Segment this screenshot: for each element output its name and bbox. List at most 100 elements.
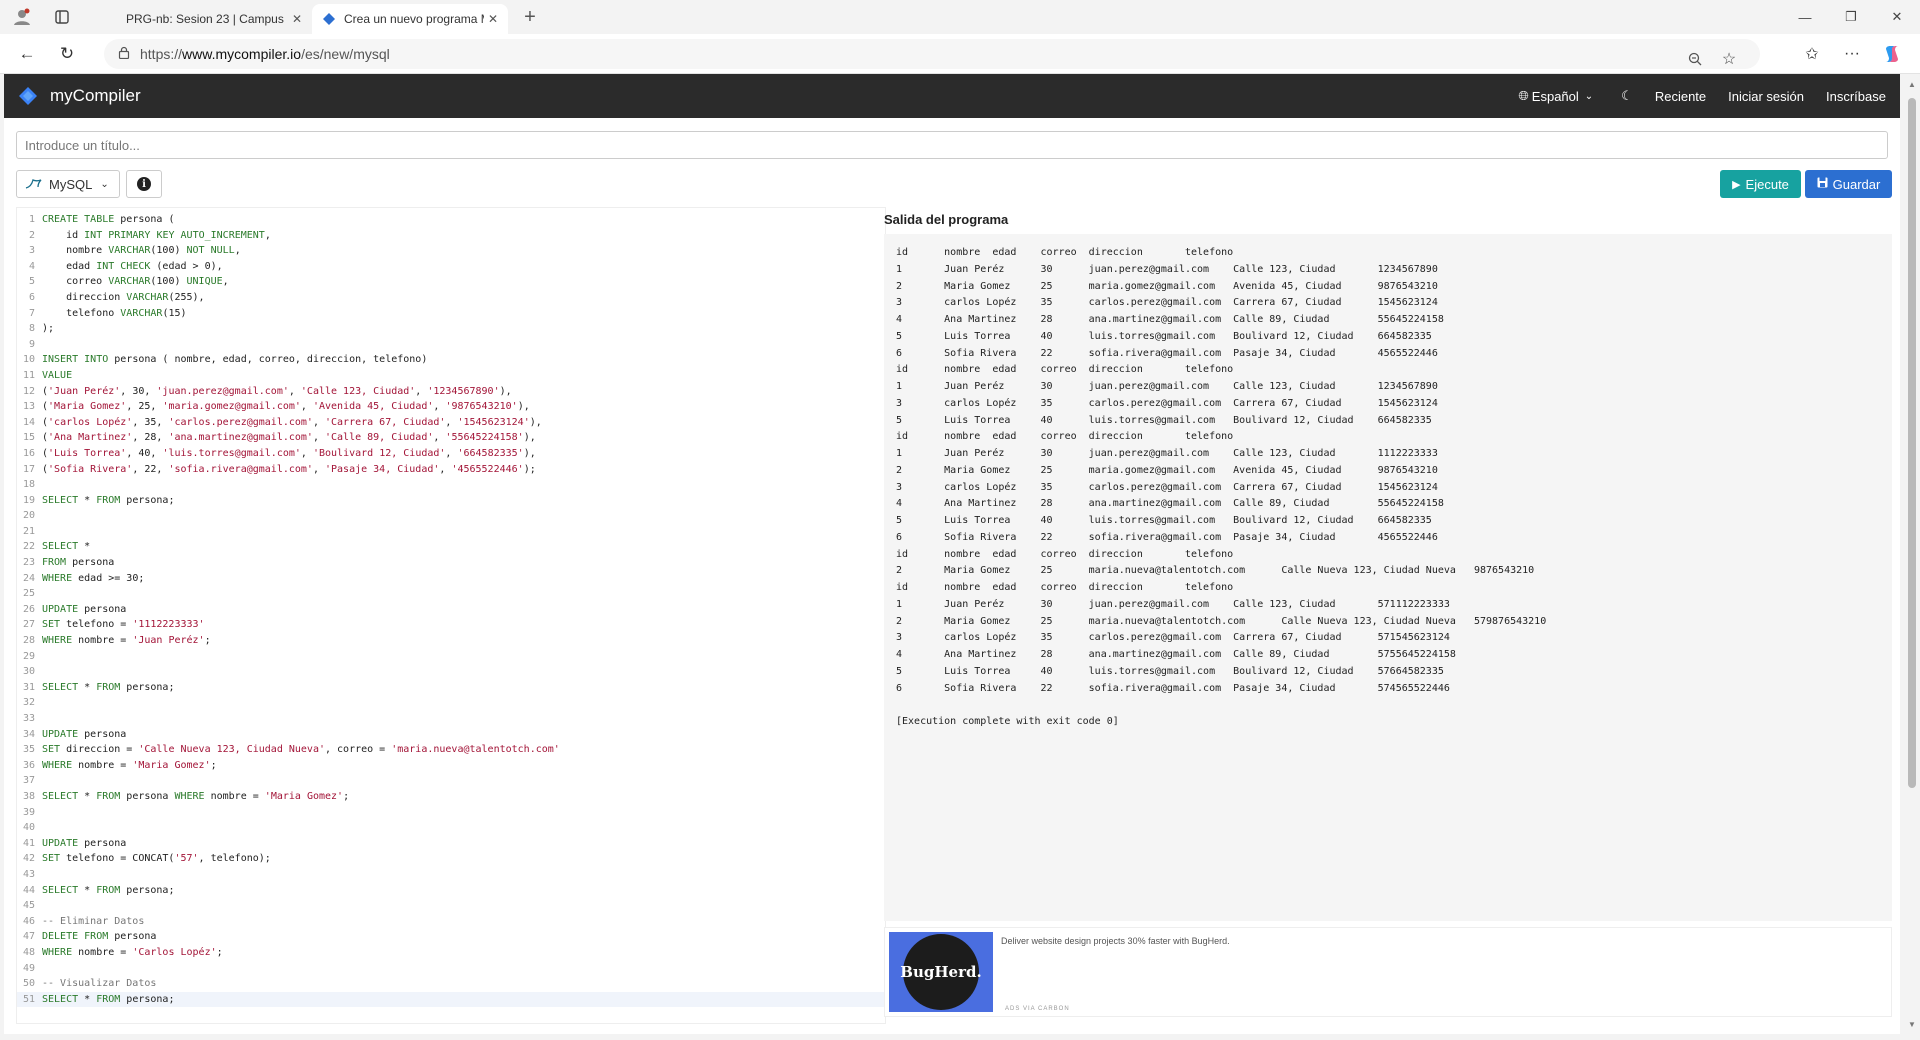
tab-mycompiler[interactable]: Crea un nuevo programa MySQL ✕ — [312, 4, 508, 34]
code-line[interactable]: 23 FROM persona — [17, 555, 885, 571]
code-line[interactable]: 51 SELECT * FROM persona; — [17, 991, 885, 1008]
code-line[interactable]: 46 -- Eliminar Datos — [17, 914, 885, 930]
code-text: FROM persona — [42, 557, 115, 569]
code-line[interactable]: 9 — [17, 337, 885, 353]
more-options-icon[interactable]: ··· — [1832, 39, 1872, 69]
page-scrollbar[interactable]: ▲ ▼ — [1904, 74, 1920, 1034]
code-line[interactable]: 19 SELECT * FROM persona; — [17, 493, 885, 509]
close-window-icon[interactable]: ✕ — [1874, 0, 1920, 34]
code-line[interactable]: 21 — [17, 524, 885, 540]
code-line[interactable]: 17 ('Sofia Rivera', 22, 'sofia.rivera@gma… — [17, 462, 885, 478]
code-text: -- Eliminar Datos — [42, 915, 145, 927]
code-line[interactable]: 8); — [17, 321, 885, 337]
code-line[interactable]: 6 direccion VARCHAR(255), — [17, 290, 885, 306]
favorite-star-icon[interactable]: ☆ — [1712, 44, 1746, 74]
output-line: 5 Luis Torrea 40 luis.torres@gmail.com B… — [896, 330, 1432, 342]
code-line[interactable]: 43 — [17, 867, 885, 883]
code-line[interactable]: 5 correo VARCHAR(100) UNIQUE, — [17, 274, 885, 290]
minimize-icon[interactable]: — — [1782, 0, 1828, 34]
reload-icon[interactable]: ↻ — [50, 37, 84, 71]
editor-language-select[interactable]: MySQL ⌄ — [16, 170, 120, 198]
code-line[interactable]: 31 SELECT * FROM persona; — [17, 680, 885, 696]
scroll-up-icon[interactable]: ▲ — [1907, 80, 1917, 90]
code-line[interactable]: 22 SELECT * — [17, 539, 885, 555]
scroll-thumb[interactable] — [1908, 98, 1916, 788]
ad-via-label[interactable]: ADS VIA CARBON — [1005, 1006, 1070, 1012]
site-logo[interactable]: myCompiler — [18, 86, 141, 106]
code-line[interactable]: 36 WHERE nombre = 'Maria Gomez'; — [17, 758, 885, 774]
code-line[interactable]: 30 — [17, 664, 885, 680]
code-line[interactable]: 35 SET direccion = 'Calle Nueva 123, Ciud… — [17, 742, 885, 758]
line-number: 27 — [22, 619, 35, 631]
url-field[interactable]: https://www.mycompiler.io/es/new/mysql ☆ — [104, 38, 1760, 69]
code-line[interactable]: 14 ('carlos Lopéz', 35, 'carlos.perez@gma… — [17, 415, 885, 431]
code-line[interactable]: 40 — [17, 820, 885, 836]
code-line[interactable]: 32 — [17, 695, 885, 711]
code-line[interactable]: 2 id INT PRIMARY KEY AUTO_INCREMENT, — [17, 228, 885, 244]
code-line[interactable]: 25 — [17, 586, 885, 602]
language-selector[interactable]: 🌐︎ Español ⌄ — [1518, 88, 1593, 104]
code-line[interactable]: 12 ('Juan Peréz', 30, 'juan.perez@gmail.c… — [17, 384, 885, 400]
nav-signup[interactable]: Inscríbase — [1826, 89, 1886, 104]
code-line[interactable]: 7 telefono VARCHAR(15) — [17, 306, 885, 322]
favorites-icon[interactable]: ✩ — [1792, 39, 1832, 69]
code-line[interactable]: 41 UPDATE persona — [17, 836, 885, 852]
code-line[interactable]: 33 — [17, 711, 885, 727]
code-line[interactable]: 27 SET telefono = '1112223333' — [17, 617, 885, 633]
close-icon[interactable]: ✕ — [292, 12, 302, 26]
code-editor[interactable]: 1 CREATE TABLE persona (2 id INT PRIMARY … — [16, 207, 886, 1024]
save-button[interactable]: Guardar — [1805, 170, 1892, 198]
output-line: 2 Maria Gomez 25 maria.gomez@gmail.com A… — [896, 464, 1438, 476]
code-line[interactable]: 24 WHERE edad >= 30; — [17, 571, 885, 587]
run-button[interactable]: ▶ Ejecute — [1720, 170, 1801, 198]
code-text: ('Sofia Rivera', 22, 'sofia.rivera@gmail… — [42, 463, 536, 475]
code-line[interactable]: 13 ('Maria Gomez', 25, 'maria.gomez@gmail… — [17, 399, 885, 415]
code-line[interactable]: 47 DELETE FROM persona — [17, 929, 885, 945]
ad-banner[interactable]: BugHerd. Deliver website design projects… — [884, 927, 1892, 1017]
copilot-icon[interactable] — [1872, 39, 1912, 69]
code-line[interactable]: 42 SET telefono = CONCAT('57', telefono); — [17, 851, 885, 867]
tab-actions-icon[interactable] — [48, 3, 76, 31]
code-line[interactable]: 44 SELECT * FROM persona; — [17, 883, 885, 899]
code-line[interactable]: 20 — [17, 508, 885, 524]
dark-mode-icon[interactable]: ☾ — [1621, 88, 1633, 104]
scroll-down-icon[interactable]: ▼ — [1907, 1020, 1917, 1030]
nav-recent[interactable]: Reciente — [1655, 89, 1706, 104]
code-line[interactable]: 37 — [17, 773, 885, 789]
close-icon[interactable]: ✕ — [488, 12, 498, 26]
line-number: 47 — [22, 931, 35, 943]
back-icon[interactable]: ← — [10, 37, 44, 71]
code-line[interactable]: 39 — [17, 805, 885, 821]
code-line[interactable]: 48 WHERE nombre = 'Carlos Lopéz'; — [17, 945, 885, 961]
ad-image[interactable]: BugHerd. — [889, 932, 993, 1012]
save-label: Guardar — [1832, 176, 1881, 192]
code-line[interactable]: 34 UPDATE persona — [17, 727, 885, 743]
code-line[interactable]: 3 nombre VARCHAR(100) NOT NULL, — [17, 243, 885, 259]
language-select-label: MySQL — [49, 176, 93, 192]
program-title-input[interactable]: Introduce un título... — [16, 131, 1888, 159]
info-button[interactable]: i — [126, 170, 162, 198]
profile-icon[interactable] — [8, 3, 36, 31]
code-line[interactable]: 1 CREATE TABLE persona ( — [17, 212, 885, 228]
code-line[interactable]: 4 edad INT CHECK (edad > 0), — [17, 259, 885, 275]
code-line[interactable]: 15 ('Ana Martinez', 28, 'ana.martinez@gma… — [17, 430, 885, 446]
nav-login[interactable]: Iniciar sesión — [1728, 89, 1804, 104]
ad-text[interactable]: Deliver website design projects 30% fast… — [1001, 936, 1230, 946]
code-line[interactable]: 50 -- Visualizar Datos — [17, 976, 885, 992]
code-line[interactable]: 45 — [17, 898, 885, 914]
code-line[interactable]: 28 WHERE nombre = 'Juan Peréz'; — [17, 633, 885, 649]
new-tab-icon[interactable]: + — [516, 3, 544, 31]
code-line[interactable]: 38 SELECT * FROM persona WHERE nombre = '… — [17, 789, 885, 805]
tab-campus[interactable]: PRG-nb: Sesion 23 | Campus ✕ — [116, 4, 312, 34]
code-line[interactable]: 49 — [17, 961, 885, 977]
code-line[interactable]: 16 ('Luis Torrea', 40, 'luis.torres@gmail… — [17, 446, 885, 462]
restore-icon[interactable]: ❐ — [1828, 0, 1874, 34]
code-line[interactable]: 26 UPDATE persona — [17, 602, 885, 618]
line-number: 18 — [22, 479, 35, 491]
code-line[interactable]: 11 VALUE — [17, 368, 885, 384]
code-text: ('Juan Peréz', 30, 'juan.perez@gmail.com… — [42, 385, 512, 397]
zoom-icon[interactable] — [1678, 44, 1712, 74]
code-line[interactable]: 29 — [17, 649, 885, 665]
code-line[interactable]: 10 INSERT INTO persona ( nombre, edad, co… — [17, 352, 885, 368]
code-line[interactable]: 18 — [17, 477, 885, 493]
